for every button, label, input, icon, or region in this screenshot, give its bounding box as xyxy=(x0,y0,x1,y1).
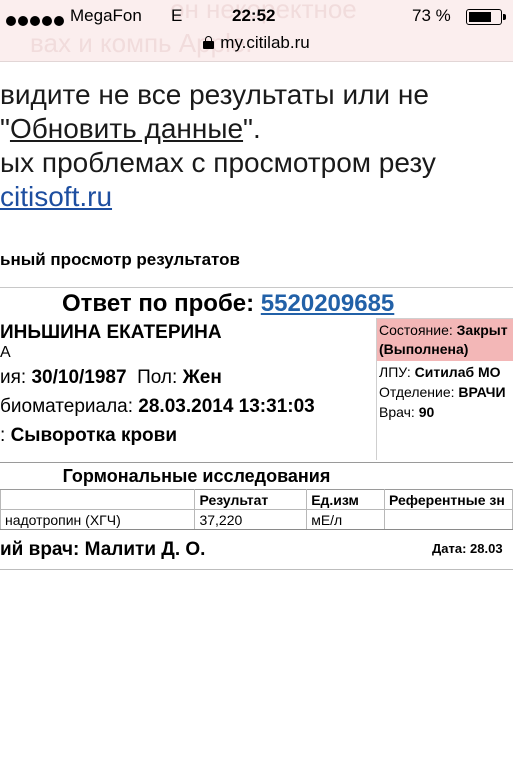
lpu-info: ЛПУ: Ситилаб МО xyxy=(379,364,501,380)
notice-line: "Обновить данные". xyxy=(0,113,261,144)
column-header: Результат xyxy=(194,489,308,510)
notice-text: видите не все результаты или не "Обновит… xyxy=(0,78,513,214)
biomaterial-date: биоматериала: 28.03.2014 13:31:03 xyxy=(0,396,315,417)
report-date: Дата: 28.03 xyxy=(432,541,503,556)
sample-number-link[interactable]: 5520209685 xyxy=(261,290,394,317)
refresh-data-link[interactable]: Обновить данные xyxy=(10,113,243,144)
status-bar: MegaFon E 22:52 73 % xyxy=(0,6,513,30)
order-info: Состояние: Закрыт (Выполнена) ЛПУ: Ситил… xyxy=(376,318,513,460)
results-table: Результат Ед.изм Референтные зн надотроп… xyxy=(0,489,513,530)
patient-info: ИНЬШИНА ЕКАТЕРИНА А ия: 30/10/1987 Пол: … xyxy=(0,322,378,460)
unit-cell: мЕ/л xyxy=(306,509,386,530)
battery-icon xyxy=(466,9,506,25)
carrier-name: MegaFon xyxy=(70,6,142,25)
battery-percent: 73 % xyxy=(412,6,451,25)
notice-line: ых проблемах с просмотром резу xyxy=(0,147,436,178)
patient-name: ИНЬШИНА ЕКАТЕРИНА xyxy=(0,322,222,343)
address-bar[interactable]: my.citilab.ru xyxy=(0,33,513,53)
table-header-row: Результат Ед.изм Референтные зн xyxy=(0,489,513,510)
notice-line: citisoft.ru xyxy=(0,180,513,214)
department-info: Отделение: ВРАЧИ xyxy=(379,384,506,400)
answer-heading: Ответ по пробе: 5520209685 xyxy=(62,290,395,317)
material-type: : Сыворотка крови xyxy=(0,425,178,446)
birth-date: ия: 30/10/1987 Пол: Жен xyxy=(0,367,222,388)
notice-line: видите не все результаты или не xyxy=(0,79,429,110)
column-header: Ед.изм xyxy=(306,489,386,510)
status-time: 22:52 xyxy=(232,6,276,25)
page-title: ьный просмотр результатов xyxy=(0,250,240,269)
result-report: Ответ по пробе: 5520209685 ИНЬШИНА ЕКАТЕ… xyxy=(0,287,513,570)
lock-icon xyxy=(203,36,215,49)
browser-top-bar: он некоректное вах и компь Apple. MegaFo… xyxy=(0,0,513,62)
doctor-info: Врач: 90 xyxy=(379,404,435,420)
network-type: E xyxy=(171,6,183,25)
physician-line: ий врач: Малити Д. О. xyxy=(0,539,206,560)
column-header: Референтные зн xyxy=(384,489,513,510)
section-title: Гормональные исследования xyxy=(0,462,513,488)
test-name-cell: надотропин (ХГЧ) xyxy=(0,509,196,530)
url-text: my.citilab.ru xyxy=(220,33,310,52)
column-header xyxy=(0,489,196,510)
status-badge: Состояние: Закрыт (Выполнена) xyxy=(377,319,513,361)
patient-name-cont: А xyxy=(0,344,11,361)
result-cell: 37,220 xyxy=(194,509,308,530)
reference-cell xyxy=(384,509,513,530)
table-row: надотропин (ХГЧ) 37,220 мЕ/л xyxy=(0,509,513,530)
signal-strength-icon xyxy=(6,11,66,31)
citisoft-link[interactable]: citisoft.ru xyxy=(0,181,112,212)
